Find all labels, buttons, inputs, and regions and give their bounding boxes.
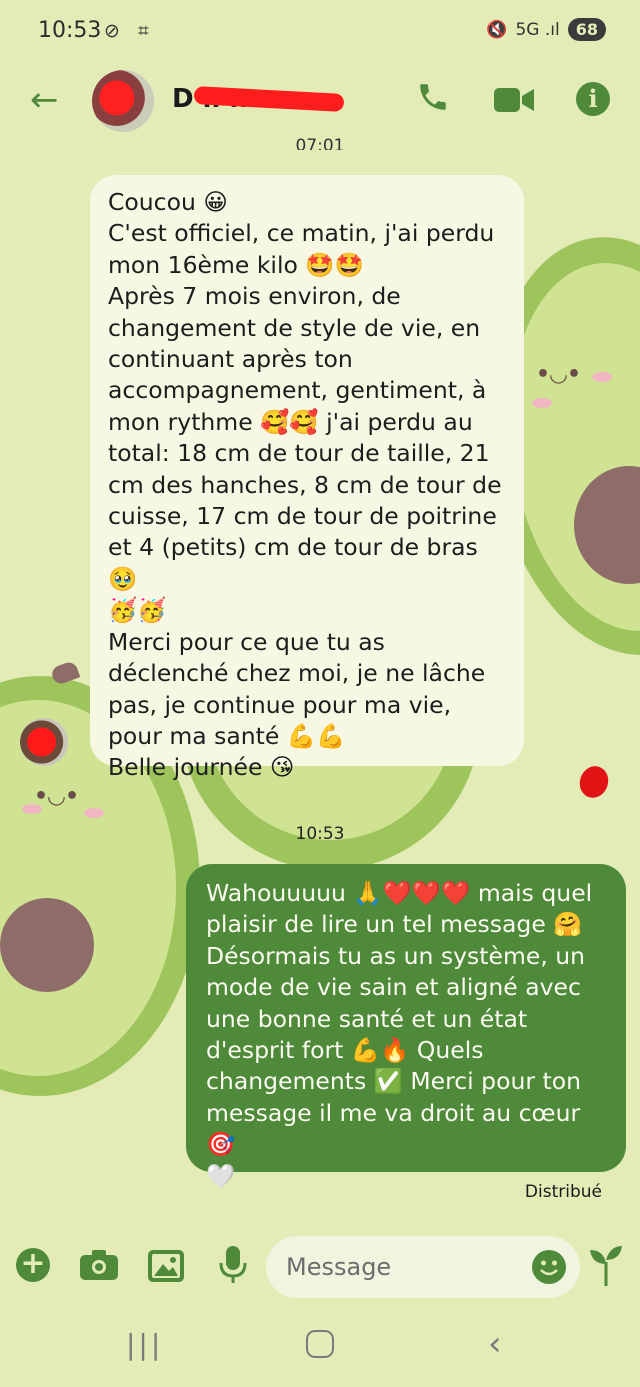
conversation-header: ← D ll n i	[0, 64, 640, 146]
avocado-face: •◡•	[536, 362, 582, 387]
camera-icon[interactable]	[80, 1250, 118, 1280]
phone-icon[interactable]	[416, 80, 450, 122]
emoji-icon[interactable]	[532, 1250, 566, 1284]
avatar[interactable]	[92, 70, 154, 132]
recent-apps-icon[interactable]: |||	[126, 1328, 163, 1361]
outgoing-message-bubble[interactable]: Wahouuuuu 🙏❤️❤️❤️ mais quel plaisir de l…	[186, 864, 626, 1190]
nav-back-icon[interactable]: ‹	[488, 1324, 502, 1364]
battery-icon: 68	[567, 18, 606, 41]
status-bar: 10:53 ⊘ ⌗ 🔇 5G .ıl 68	[0, 0, 640, 64]
sender-avatar[interactable]	[20, 718, 68, 766]
message-composer: +	[0, 1232, 640, 1304]
status-left-icons: ⊘ ⌗	[104, 20, 155, 42]
mic-icon[interactable]	[218, 1246, 248, 1284]
home-icon[interactable]	[306, 1330, 334, 1358]
system-nav-bar: ||| ‹	[0, 1310, 640, 1387]
back-arrow-icon[interactable]: ←	[30, 80, 59, 120]
status-time: 10:53	[38, 18, 102, 43]
sprout-icon[interactable]	[588, 1244, 624, 1286]
delivery-status: Distribué	[524, 1182, 602, 1202]
mute-icon: 🔇	[486, 19, 508, 40]
add-icon[interactable]: +	[16, 1248, 50, 1282]
gallery-icon[interactable]	[148, 1250, 184, 1282]
video-icon[interactable]	[494, 86, 534, 112]
incoming-message-bubble[interactable]: Coucou 😀 C'est officiel, ce matin, j'ai …	[90, 175, 524, 781]
message-timestamp: 10:53	[295, 824, 345, 844]
signal-icon: 5G .ıl	[515, 19, 560, 40]
info-icon[interactable]: i	[576, 82, 610, 116]
avocado-face: •◡•	[34, 784, 80, 809]
